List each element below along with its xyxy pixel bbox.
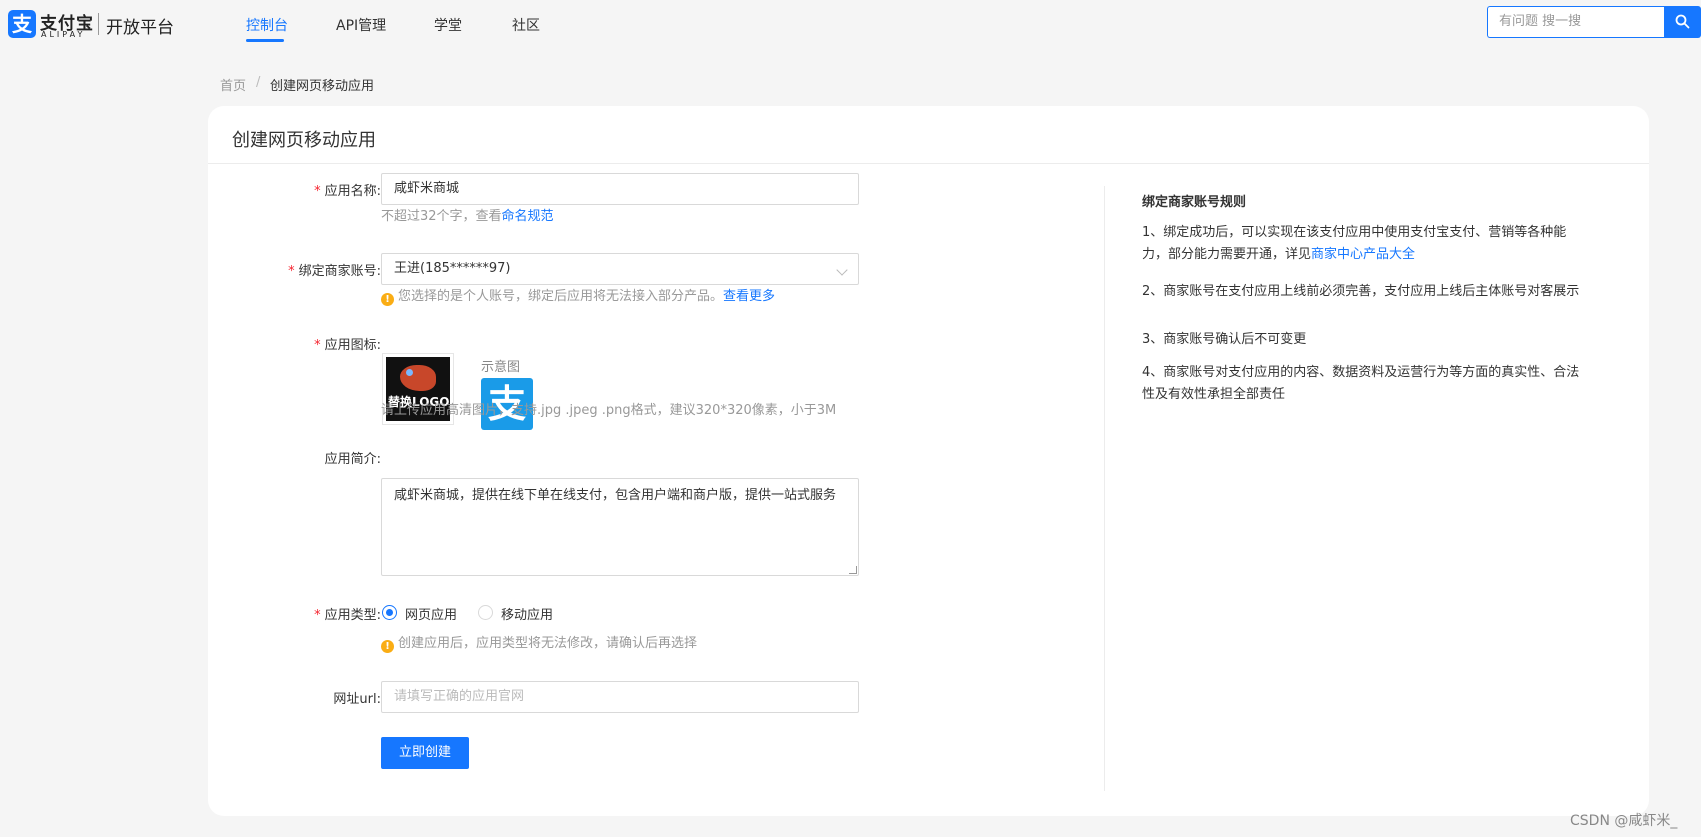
radio-web-app[interactable] bbox=[382, 605, 397, 620]
app-intro-textarea[interactable]: 咸虾米商城，提供在线下单在线支付，包含用户端和商户版，提供一站式服务 bbox=[381, 478, 859, 576]
naming-rules-link[interactable]: 命名规范 bbox=[502, 209, 554, 224]
resize-handle-icon[interactable] bbox=[849, 566, 857, 574]
breadcrumb-current: 创建网页移动应用 bbox=[270, 79, 375, 94]
page-title: 创建网页移动应用 bbox=[232, 130, 376, 151]
platform-title[interactable]: 开放平台 bbox=[106, 13, 174, 38]
sample-label: 示意图 bbox=[481, 360, 521, 375]
chevron-down-icon bbox=[836, 264, 848, 276]
nav-active-indicator bbox=[246, 39, 284, 42]
app-name-label: * 应用名称: bbox=[314, 184, 381, 199]
radio-mobile-app[interactable] bbox=[478, 605, 493, 620]
url-label: 网址url: bbox=[333, 692, 381, 707]
see-more-link[interactable]: 查看更多 bbox=[723, 289, 775, 304]
rule-item-3: 3、商家账号确认后不可变更 bbox=[1142, 332, 1307, 347]
url-input[interactable]: 请填写正确的应用官网 bbox=[381, 681, 859, 713]
search-icon bbox=[1675, 14, 1690, 29]
app-icon-label: * 应用图标: bbox=[314, 338, 381, 353]
app-intro-label: 应用简介: bbox=[324, 452, 381, 467]
merchant-product-link[interactable]: 商家中心产品大全 bbox=[1311, 247, 1415, 262]
search-input[interactable]: 有问题 搜一搜 bbox=[1487, 6, 1665, 38]
rule-item-4: 4、商家账号对支付应用的内容、数据资料及运营行为等方面的真实性、合法性及有效性承… bbox=[1142, 365, 1580, 402]
merchant-select[interactable]: 王进(185******97) bbox=[381, 253, 859, 285]
merchant-warning: ! 您选择的是个人账号，绑定后应用将无法接入部分产品。查看更多 bbox=[381, 285, 775, 306]
logo-divider bbox=[98, 13, 99, 35]
radio-mobile-app-label[interactable]: 移动应用 bbox=[501, 604, 553, 623]
nav-api[interactable]: API管理 bbox=[336, 15, 386, 35]
app-type-label: * 应用类型: bbox=[314, 608, 381, 623]
app-type-warning: ! 创建应用后，应用类型将无法修改，请确认后再选择 bbox=[381, 632, 697, 653]
title-divider bbox=[208, 163, 1649, 164]
create-app-card: 创建网页移动应用 * 应用名称: 咸虾米商城 不超过32个字，查看命名规范 * 绑定… bbox=[208, 106, 1649, 816]
warning-icon: ! bbox=[381, 640, 394, 653]
app-intro-text: 咸虾米商城，提供在线下单在线支付，包含用户端和商户版，提供一站式服务 bbox=[394, 488, 837, 503]
nav-academy[interactable]: 学堂 bbox=[434, 15, 462, 35]
create-now-button[interactable]: 立即创建 bbox=[381, 737, 469, 769]
breadcrumb-home[interactable]: 首页 bbox=[220, 75, 246, 94]
breadcrumb-separator: / bbox=[256, 75, 261, 90]
app-icon-hint: 请上传应用高清图片，支持.jpg .jpeg .png格式，建议320*320像… bbox=[381, 403, 837, 418]
app-name-hint: 不超过32个字，查看命名规范 bbox=[381, 209, 554, 224]
rule-item-1: 1、绑定成功后，可以实现在该支付应用中使用支付宝支付、营销等各种能力，部分能力需… bbox=[1142, 225, 1567, 262]
nav-console[interactable]: 控制台 bbox=[246, 15, 288, 35]
rules-title: 绑定商家账号规则 bbox=[1142, 195, 1247, 210]
warning-icon: ! bbox=[381, 293, 394, 306]
merchant-selected-value: 王进(185******97) bbox=[394, 261, 511, 276]
logo-subtext: ALIPAY bbox=[41, 30, 86, 39]
alipay-logo-icon[interactable]: 支 bbox=[8, 10, 36, 38]
app-name-input[interactable]: 咸虾米商城 bbox=[381, 173, 859, 205]
column-divider bbox=[1104, 186, 1105, 791]
radio-web-app-label[interactable]: 网页应用 bbox=[405, 604, 457, 623]
nav-community[interactable]: 社区 bbox=[512, 15, 540, 35]
merchant-label: * 绑定商家账号: bbox=[288, 264, 381, 279]
top-header: 支 支付宝 ALIPAY 开放平台 控制台 API管理 学堂 社区 有问题 搜一… bbox=[0, 0, 1701, 46]
rule-item-2: 2、商家账号在支付应用上线前必须完善，支付应用上线后主体账号对客展示 bbox=[1142, 284, 1580, 299]
search-button[interactable] bbox=[1664, 6, 1701, 38]
watermark: CSDN @咸虾米_ bbox=[1570, 813, 1678, 829]
